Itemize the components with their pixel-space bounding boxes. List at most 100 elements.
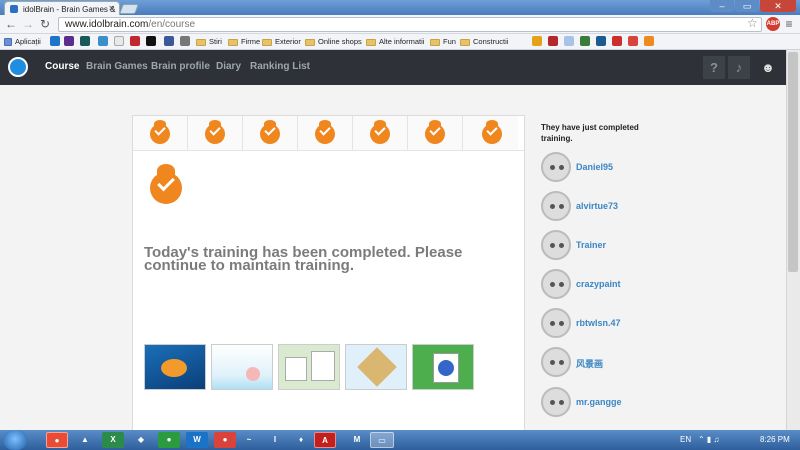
idolbrain-logo-icon[interactable]	[8, 57, 28, 77]
bookmark-icon[interactable]	[180, 36, 190, 46]
training-step	[408, 116, 463, 150]
tab-title: idolBrain - Brain Games &	[23, 5, 116, 14]
user-item[interactable]: alvirtue73	[541, 191, 741, 221]
menu-icon[interactable]: ≡	[782, 17, 796, 31]
bookmark-icon[interactable]	[628, 36, 638, 46]
bookmark-icon[interactable]	[644, 36, 654, 46]
game-thumbnail-sea[interactable]	[211, 344, 273, 390]
bookmark-icon[interactable]	[50, 36, 60, 46]
bookmark-icon[interactable]	[80, 36, 90, 46]
reload-icon[interactable]: ↻	[38, 17, 52, 31]
completed-check-icon	[425, 120, 445, 144]
bookmark-icon[interactable]	[548, 36, 558, 46]
tray-icons[interactable]: ⌃ ▮ ♫	[698, 435, 720, 444]
user-avatar	[541, 191, 571, 221]
bookmark-icon[interactable]	[564, 36, 574, 46]
nav-ranking-list[interactable]: Ranking List	[250, 61, 310, 72]
taskbar-app-icon[interactable]: ♦	[290, 432, 312, 448]
language-indicator[interactable]: EN	[680, 435, 691, 444]
bookmark-folder-constructii[interactable]: Constructii	[460, 36, 508, 47]
completion-message: Today's training has been completed. Ple…	[144, 244, 463, 274]
minimize-button[interactable]: –	[710, 0, 734, 12]
bookmark-folder-exterior[interactable]: Exterior	[262, 36, 301, 47]
completed-badge-icon	[150, 164, 182, 204]
browser-tab[interactable]: idolBrain - Brain Games & ✕	[4, 1, 120, 16]
username-link[interactable]: Daniel95	[576, 162, 613, 172]
taskbar-app-icon[interactable]: ▲	[74, 432, 96, 448]
notifications-bell-icon[interactable]: ♪	[728, 56, 750, 79]
bookmark-icon[interactable]	[146, 36, 156, 46]
acrobat-taskbar-icon[interactable]: A	[314, 432, 336, 448]
bookmark-star-icon[interactable]: ☆	[747, 16, 758, 30]
nav-course[interactable]: Course	[45, 61, 79, 72]
chrome-taskbar-icon[interactable]: ●	[46, 432, 68, 448]
game-thumbnail-cards[interactable]	[412, 344, 474, 390]
bookmark-folder-stiri[interactable]: Stiri	[196, 36, 222, 47]
training-step	[133, 116, 188, 150]
bookmark-folder-online-shops[interactable]: Online shops	[305, 36, 362, 47]
bookmark-icon[interactable]	[612, 36, 622, 46]
username-link[interactable]: crazypaint	[576, 279, 621, 289]
nav-brain-profile[interactable]: Brain profile	[151, 61, 210, 72]
help-button[interactable]: ?	[703, 56, 725, 79]
taskbar-app-icon[interactable]: ◆	[130, 432, 152, 448]
completed-check-icon	[370, 120, 390, 144]
bookmark-icon[interactable]	[164, 36, 174, 46]
address-bar[interactable]: www.idolbrain.com/en/course	[58, 17, 762, 32]
username-link[interactable]: 风景画	[576, 357, 603, 370]
bookmark-icon[interactable]	[64, 36, 74, 46]
training-step	[353, 116, 408, 150]
username-link[interactable]: alvirtue73	[576, 201, 618, 211]
bookmark-icon[interactable]	[114, 36, 124, 46]
scrollbar-thumb[interactable]	[788, 52, 798, 272]
taskbar-app-icon[interactable]: ●	[214, 432, 236, 448]
adblock-extension-icon[interactable]: ABP	[766, 17, 780, 31]
back-arrow-icon[interactable]: ←	[4, 17, 18, 31]
bookmark-icon[interactable]	[580, 36, 590, 46]
close-window-button[interactable]: ✕	[760, 0, 796, 12]
start-button[interactable]	[3, 430, 27, 450]
close-tab-icon[interactable]: ✕	[108, 4, 115, 13]
word-taskbar-icon[interactable]: W	[186, 432, 208, 448]
username-link[interactable]: Trainer	[576, 240, 606, 250]
excel-taskbar-icon[interactable]: X	[102, 432, 124, 448]
taskbar-app-icon[interactable]: ▭	[370, 432, 394, 448]
maximize-button[interactable]: ▭	[735, 0, 759, 12]
user-avatar-icon[interactable]: ☻	[757, 56, 779, 79]
completed-check-icon	[315, 120, 335, 144]
user-item[interactable]: mr.gangge	[541, 387, 741, 417]
taskbar-app-icon[interactable]: I	[264, 432, 286, 448]
taskbar-app-icon[interactable]: ●	[158, 432, 180, 448]
training-step	[298, 116, 353, 150]
username-link[interactable]: mr.gangge	[576, 397, 622, 407]
divider	[133, 150, 524, 151]
clock[interactable]: 8:26 PM	[760, 435, 790, 444]
user-item[interactable]: Daniel95	[541, 152, 741, 182]
user-item[interactable]: rbtwlsn.47	[541, 308, 741, 338]
bookmark-folder-fun[interactable]: Fun	[430, 36, 456, 47]
bookmark-icon[interactable]	[98, 36, 108, 46]
game-thumbnail-fish[interactable]	[144, 344, 206, 390]
bookmark-icon[interactable]	[130, 36, 140, 46]
training-step	[188, 116, 243, 150]
user-item[interactable]: crazypaint	[541, 269, 741, 299]
user-avatar	[541, 347, 571, 377]
game-thumbnail-dice[interactable]	[278, 344, 340, 390]
nav-diary[interactable]: Diary	[216, 61, 241, 72]
taskbar-app-icon[interactable]: M	[346, 432, 368, 448]
bookmark-icon[interactable]	[596, 36, 606, 46]
bookmark-folder-firme[interactable]: Firme	[228, 36, 260, 47]
username-link[interactable]: rbtwlsn.47	[576, 318, 621, 328]
bookmark-apps[interactable]: Aplicații	[4, 36, 41, 47]
sidebar-title: They have just completed training.	[541, 123, 639, 143]
taskbar-app-icon[interactable]: ~	[238, 432, 260, 448]
nav-brain-games[interactable]: Brain Games	[86, 61, 148, 72]
user-item[interactable]: Trainer	[541, 230, 741, 260]
bookmark-icon[interactable]	[532, 36, 542, 46]
completed-check-icon	[205, 120, 225, 144]
user-item[interactable]: 风景画	[541, 347, 741, 377]
forward-arrow-icon[interactable]: →	[21, 17, 35, 31]
game-thumbnail-board[interactable]	[345, 344, 407, 390]
bookmark-folder-alte-informatii[interactable]: Alte informatii	[366, 36, 424, 47]
completed-check-icon	[260, 120, 280, 144]
